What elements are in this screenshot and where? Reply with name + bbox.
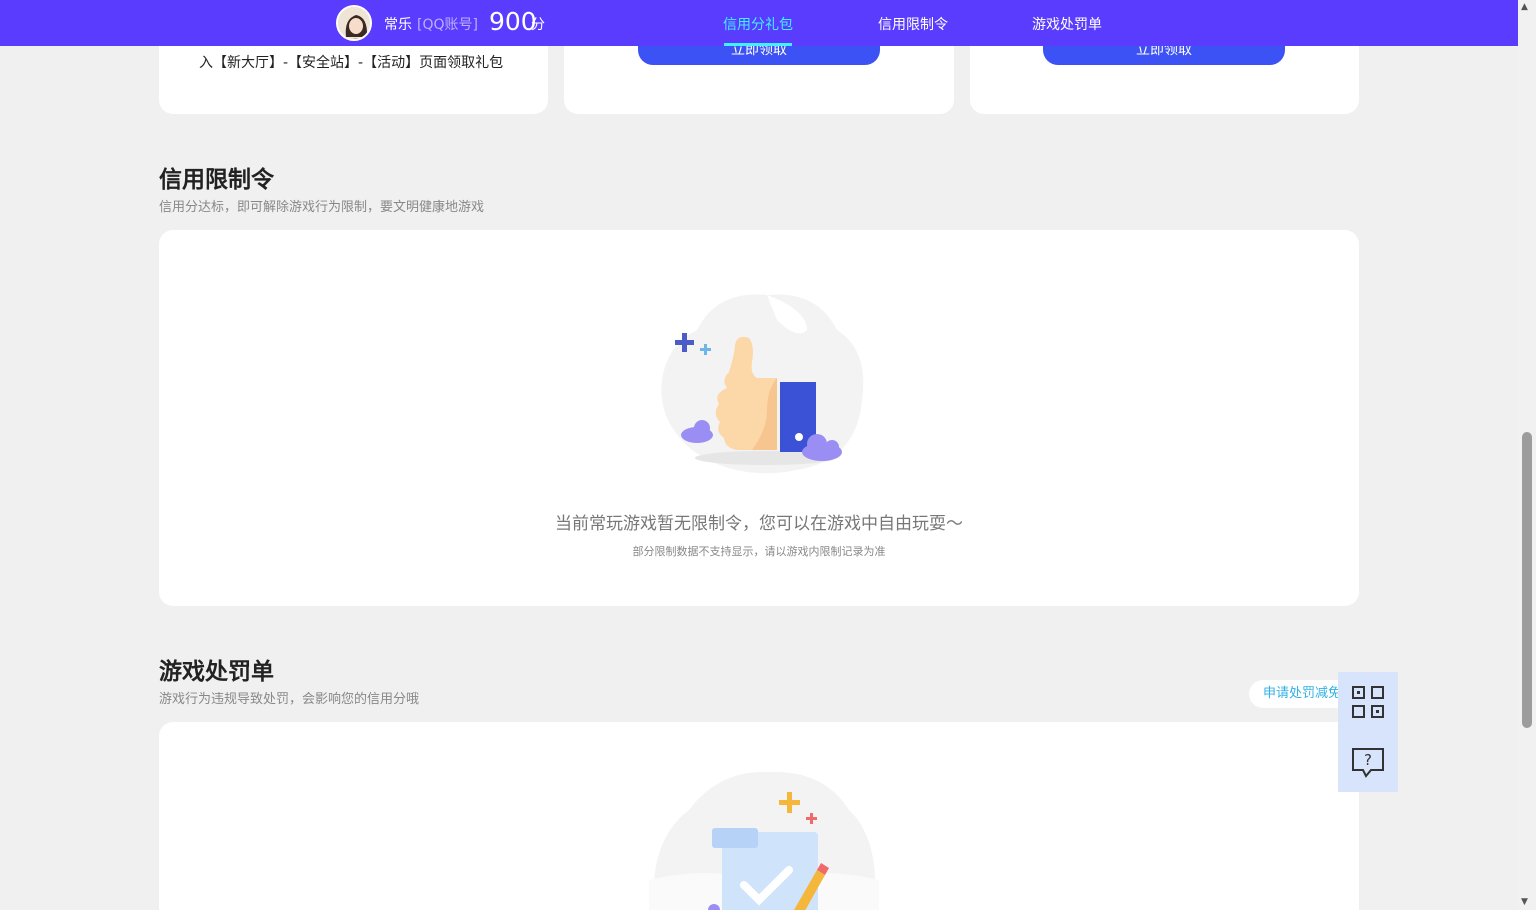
- restriction-empty-note: 部分限制数据不支持显示，请以游戏内限制记录为准: [632, 545, 886, 558]
- help-chat-icon: ?: [1352, 748, 1384, 778]
- account-type: [QQ账号]: [417, 17, 478, 33]
- thumbs-up-illustration-icon: [657, 290, 872, 484]
- document-pencil-illustration-icon: [649, 770, 879, 910]
- qr-code-icon: [1352, 686, 1384, 718]
- penalty-section-title: 游戏处罚单: [159, 659, 274, 685]
- score-unit: 分: [531, 17, 545, 33]
- restriction-section-subtitle: 信用分达标，即可解除游戏行为限制，要文明健康地游戏: [159, 200, 485, 215]
- scroll-up-arrow-icon[interactable]: ▲: [1521, 2, 1528, 12]
- avatar[interactable]: [336, 5, 372, 41]
- help-button[interactable]: ?: [1338, 732, 1398, 792]
- scroll-down-arrow-icon[interactable]: ▼: [1521, 897, 1528, 907]
- scrollbar-thumb[interactable]: [1522, 432, 1532, 728]
- tab-credit-gift[interactable]: 信用分礼包: [723, 14, 793, 34]
- gift-card-instruction: 入【新大厅】-【安全站】-【活动】页面领取礼包: [199, 55, 504, 71]
- nickname: 常乐: [384, 17, 412, 33]
- restriction-section-title: 信用限制令: [159, 167, 274, 193]
- top-nav-bar: 常乐 [QQ账号] 900 分 信用分礼包 信用限制令 游戏处罚单: [0, 0, 1518, 46]
- restriction-empty-message: 当前常玩游戏暂无限制令，您可以在游戏中自由玩耍～: [555, 514, 963, 534]
- tab-penalty[interactable]: 游戏处罚单: [1032, 14, 1102, 34]
- penalty-section-subtitle: 游戏行为违规导致处罚，会影响您的信用分哦: [159, 692, 420, 707]
- restriction-card: 当前常玩游戏暂无限制令，您可以在游戏中自由玩耍～ 部分限制数据不支持显示，请以游…: [159, 230, 1359, 606]
- svg-text:?: ?: [1364, 751, 1372, 769]
- active-tab-underline: [724, 43, 792, 46]
- penalty-card: [159, 722, 1359, 910]
- qr-code-button[interactable]: [1338, 672, 1398, 732]
- tab-restriction[interactable]: 信用限制令: [878, 14, 948, 34]
- credit-score: 900: [489, 7, 537, 36]
